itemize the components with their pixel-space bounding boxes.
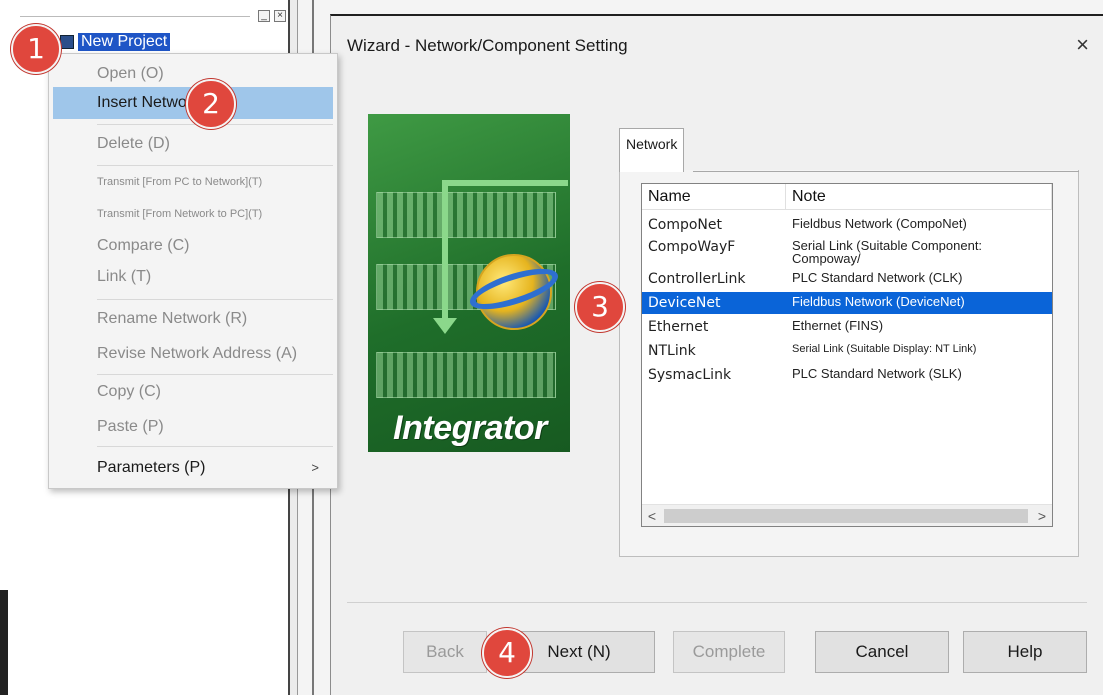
scrollbar-thumb[interactable] bbox=[664, 509, 1028, 523]
tab-network[interactable]: Network bbox=[619, 128, 685, 172]
network-list[interactable]: Name Note CompoNet Fieldbus Network (Com… bbox=[641, 183, 1053, 527]
menu-item-transmit-network-to-pc[interactable]: Transmit [From Network to PC](T) bbox=[53, 203, 333, 225]
cancel-button[interactable]: Cancel bbox=[815, 631, 949, 673]
row-note: Fieldbus Network (DeviceNet) bbox=[792, 294, 965, 309]
list-row[interactable]: CompoNet Fieldbus Network (CompoNet) bbox=[642, 214, 1052, 236]
scroll-left-icon[interactable]: < bbox=[642, 505, 662, 527]
row-name: CompoWayF bbox=[648, 239, 736, 255]
logo-arrow-top bbox=[442, 180, 568, 186]
window-edge bbox=[0, 590, 8, 695]
wizard-dialog: Wizard - Network/Component Setting × Int… bbox=[330, 14, 1103, 695]
column-header-name[interactable]: Name bbox=[642, 184, 786, 210]
menu-separator bbox=[97, 446, 333, 447]
tree-node-new-project[interactable]: New Project bbox=[60, 33, 171, 51]
step-badge-3: 3 bbox=[575, 282, 625, 332]
dialog-title: Wizard - Network/Component Setting bbox=[347, 36, 628, 55]
tree-toolbar: _ × bbox=[20, 10, 290, 24]
menu-separator bbox=[97, 374, 333, 375]
step-badge-2: 2 bbox=[186, 79, 236, 129]
row-name: NTLink bbox=[648, 343, 696, 359]
close-icon[interactable]: × bbox=[1076, 34, 1089, 56]
help-button[interactable]: Help bbox=[963, 631, 1087, 673]
horizontal-scrollbar[interactable]: < > bbox=[642, 504, 1052, 526]
menu-item-link[interactable]: Link (T) bbox=[53, 261, 333, 293]
row-name: SysmacLink bbox=[648, 367, 732, 383]
tree-toolbar-rule bbox=[20, 16, 250, 17]
complete-button[interactable]: Complete bbox=[673, 631, 785, 673]
row-name: CompoNet bbox=[648, 217, 723, 233]
logo-rack-top bbox=[376, 192, 556, 238]
list-header: Name Note bbox=[642, 184, 1052, 210]
row-note: Ethernet (FINS) bbox=[792, 318, 884, 333]
list-row[interactable]: CompoWayF Serial Link (Suitable Componen… bbox=[642, 236, 1052, 266]
list-row[interactable]: ControllerLink PLC Standard Network (CLK… bbox=[642, 268, 1052, 290]
menu-item-compare[interactable]: Compare (C) bbox=[53, 230, 333, 262]
row-name: Ethernet bbox=[648, 319, 709, 335]
footer-divider bbox=[347, 602, 1087, 603]
menu-item-transmit-pc-to-network[interactable]: Transmit [From PC to Network](T) bbox=[53, 171, 333, 193]
menu-item-parameters[interactable]: Parameters (P) > bbox=[53, 452, 333, 484]
menu-separator bbox=[97, 299, 333, 300]
row-name: DeviceNet bbox=[648, 295, 721, 311]
list-row[interactable]: NTLink Serial Link (Suitable Display: NT… bbox=[642, 340, 1052, 362]
close-pane-button[interactable]: × bbox=[274, 10, 286, 22]
row-note: Serial Link (Suitable Component: Compowa… bbox=[792, 238, 983, 266]
menu-item-parameters-label: Parameters (P) bbox=[97, 459, 206, 476]
step-badge-4: 4 bbox=[482, 628, 532, 678]
logo-arrow-stem bbox=[442, 180, 448, 320]
minimize-pane-button[interactable]: _ bbox=[258, 10, 270, 22]
step-badge-1: 1 bbox=[11, 24, 61, 74]
tab-strip-line bbox=[693, 171, 1079, 172]
row-note: PLC Standard Network (SLK) bbox=[792, 366, 962, 381]
project-icon bbox=[60, 35, 74, 49]
menu-item-rename-network[interactable]: Rename Network (R) bbox=[53, 303, 333, 335]
row-note: Fieldbus Network (CompoNet) bbox=[792, 216, 967, 231]
row-name: ControllerLink bbox=[648, 271, 746, 287]
logo-rack-bottom bbox=[376, 352, 556, 398]
logo-arrow-head bbox=[433, 318, 457, 334]
menu-item-revise-network-address[interactable]: Revise Network Address (A) bbox=[53, 338, 333, 370]
row-note: PLC Standard Network (CLK) bbox=[792, 270, 963, 285]
menu-item-paste[interactable]: Paste (P) bbox=[53, 411, 333, 443]
chevron-right-icon: > bbox=[311, 460, 319, 475]
integrator-logo: Integrator bbox=[368, 114, 570, 452]
menu-item-copy[interactable]: Copy (C) bbox=[53, 376, 333, 408]
column-header-note[interactable]: Note bbox=[786, 184, 1052, 210]
logo-wordmark: Integrator bbox=[393, 409, 547, 447]
menu-item-delete[interactable]: Delete (D) bbox=[53, 128, 333, 160]
list-row-selected[interactable]: DeviceNet Fieldbus Network (DeviceNet) bbox=[642, 292, 1052, 314]
row-note: Serial Link (Suitable Display: NT Link) bbox=[792, 343, 977, 355]
back-button[interactable]: Back bbox=[403, 631, 487, 673]
list-row[interactable]: Ethernet Ethernet (FINS) bbox=[642, 316, 1052, 338]
screenshot-root: _ × New Project Wizard - Network/Compone… bbox=[0, 0, 1103, 695]
menu-separator bbox=[97, 165, 333, 166]
scroll-right-icon[interactable]: > bbox=[1032, 505, 1052, 527]
tree-node-label: New Project bbox=[78, 33, 171, 51]
list-row[interactable]: SysmacLink PLC Standard Network (SLK) bbox=[642, 364, 1052, 386]
